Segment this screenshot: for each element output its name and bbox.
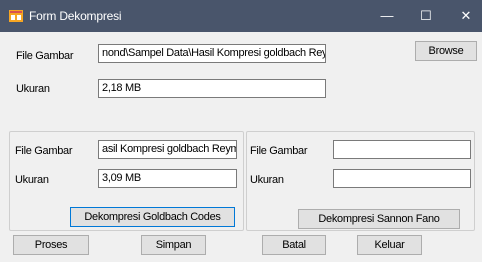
sannon-size-label: Ukuran	[250, 174, 284, 186]
goldbach-file-input[interactable]: asil Kompresi goldbach Reymond	[98, 140, 237, 159]
goldbach-file-label: File Gambar	[15, 145, 73, 157]
simpan-button[interactable]: Simpan	[141, 235, 206, 255]
file-gambar-label: File Gambar	[16, 50, 74, 62]
minimize-button[interactable]: —	[367, 0, 407, 32]
maximize-button[interactable]: ☐	[406, 0, 446, 32]
keluar-button[interactable]: Keluar	[357, 235, 422, 255]
form-dekompresi-window: Form Dekompresi — ☐ ✕ File Gambar nond\S…	[0, 0, 482, 262]
dekompresi-goldbach-button[interactable]: Dekompresi Goldbach Codes	[70, 207, 235, 227]
sannon-file-label: File Gambar	[250, 145, 308, 157]
ukuran-input[interactable]: 2,18 MB	[98, 79, 326, 98]
sannon-size-input[interactable]	[333, 169, 471, 188]
proses-button[interactable]: Proses	[13, 235, 89, 255]
goldbach-size-label: Ukuran	[15, 174, 49, 186]
batal-button[interactable]: Batal	[262, 235, 326, 255]
goldbach-size-input[interactable]: 3,09 MB	[98, 169, 237, 188]
file-gambar-input[interactable]: nond\Sampel Data\Hasil Kompresi goldbach…	[98, 44, 326, 63]
window-title: Form Dekompresi	[29, 9, 122, 23]
title-bar[interactable]: Form Dekompresi — ☐ ✕	[0, 0, 482, 32]
browse-button[interactable]: Browse	[415, 41, 477, 61]
dekompresi-sannon-fano-button[interactable]: Dekompresi Sannon Fano	[298, 209, 460, 229]
close-button[interactable]: ✕	[446, 0, 482, 32]
app-form-icon	[9, 10, 23, 22]
sannon-file-input[interactable]	[333, 140, 471, 159]
ukuran-label: Ukuran	[16, 83, 50, 95]
